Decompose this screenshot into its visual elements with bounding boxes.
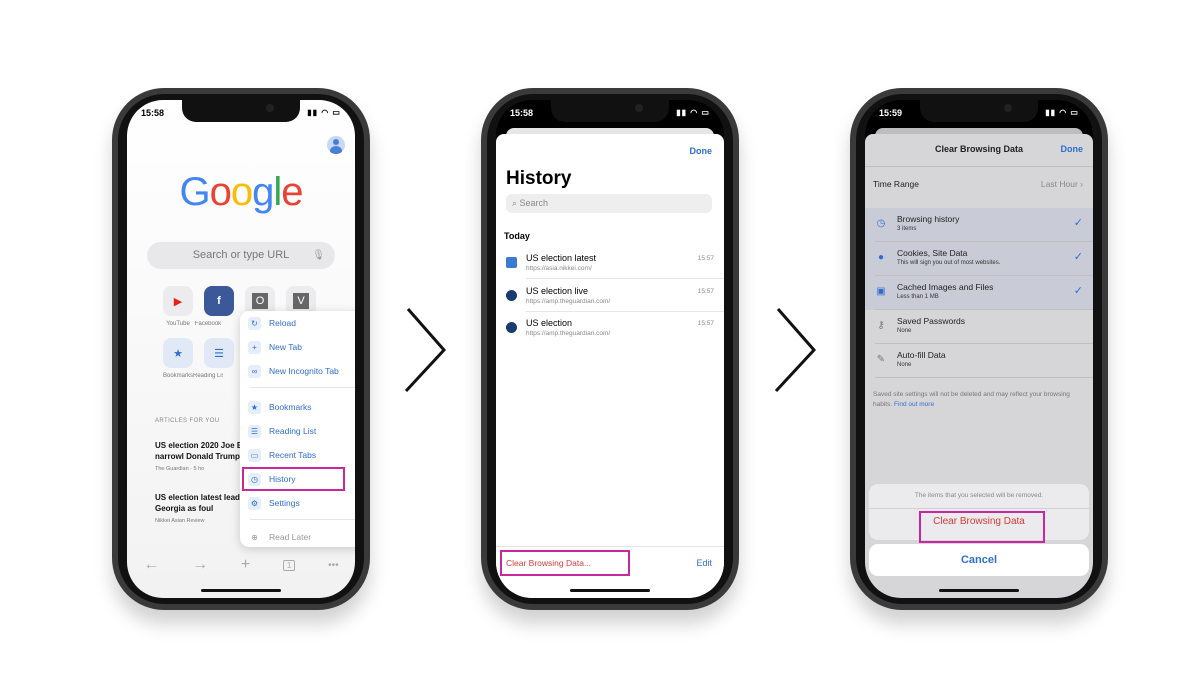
chrome-new-tab-screen: 15:58 ▮▮ ◠ ▭ Google Search or type URL 🎙…	[127, 100, 355, 598]
option-saved-passwords[interactable]: ⚷ Saved Passwords None	[865, 310, 1093, 344]
menu-item-new-incognito-tab[interactable]: ∞ New Incognito Tab	[240, 361, 355, 381]
done-button[interactable]: Done	[1061, 144, 1084, 154]
menu-item-reading-list[interactable]: ☰ Reading List	[240, 421, 355, 441]
menu-divider	[250, 387, 355, 388]
option-browsing-history[interactable]: ◷ Browsing history 3 items ✓	[865, 208, 1093, 242]
shortcut-bookmarks[interactable]: ★	[163, 338, 193, 368]
image-icon: ▣	[876, 286, 886, 297]
option-cached-images[interactable]: ▣ Cached Images and Files Less than 1 MB…	[865, 276, 1093, 310]
sheet-title: Clear Browsing Data	[934, 144, 1024, 154]
reload-icon: ↻	[248, 316, 261, 330]
articles-header: ARTICLES FOR YOU	[155, 418, 220, 424]
highlight-box	[500, 550, 630, 576]
search-input[interactable]: ⌕ Search	[506, 194, 712, 213]
time-range-value: Last Hour	[1040, 179, 1078, 189]
home-indicator	[939, 589, 1019, 592]
star-icon: ★	[248, 400, 261, 414]
new-tab-icon[interactable]: +	[241, 556, 250, 574]
key-icon: ⚷	[877, 320, 885, 331]
next-step-arrow-icon	[404, 308, 447, 393]
history-row[interactable]: US election https://amp.theguardian.com/…	[496, 312, 724, 344]
magic-wand-icon: ✎	[876, 354, 886, 365]
option-autofill-data[interactable]: ✎ Auto-fill Data None	[865, 344, 1093, 378]
action-sheet: The items that you selected will be remo…	[869, 484, 1089, 543]
done-button[interactable]: Done	[690, 146, 713, 156]
read-later-icon: ⊕	[251, 532, 258, 542]
gear-icon: ⚙	[248, 496, 261, 510]
nikkei-favicon-icon	[506, 257, 517, 268]
more-menu-icon[interactable]: •••	[328, 560, 339, 571]
action-message: The items that you selected will be remo…	[914, 492, 1044, 499]
shortcut-youtube[interactable]: ▶	[163, 286, 193, 316]
search-input[interactable]: Search or type URL 🎙	[147, 242, 335, 269]
phone-step-2: 15:58 ▮▮ ◠ ▭ Done History ⌕ Search Today…	[481, 88, 739, 610]
incognito-icon: ∞	[248, 364, 261, 378]
shortcut-reading-list[interactable]: ☰	[204, 338, 234, 368]
home-indicator	[201, 589, 281, 592]
phone-step-3: 15:59 ▮▮ ◠ ▭ Clear Browsing Data Done Ti…	[850, 88, 1108, 610]
status-bar: 15:58 ▮▮ ◠ ▭	[127, 100, 355, 122]
clear-data-sheet: Clear Browsing Data Done Time Range Last…	[865, 134, 1093, 598]
google-logo: Google	[179, 170, 303, 214]
shortcut-label: Facebook	[194, 321, 222, 327]
phone-step-1: 15:58 ▮▮ ◠ ▭ Google Search or type URL 🎙…	[112, 88, 370, 610]
clear-browsing-data-screen: 15:59 ▮▮ ◠ ▭ Clear Browsing Data Done Ti…	[865, 100, 1093, 598]
shortcut-label: Reading List	[193, 373, 223, 379]
highlight-box	[919, 511, 1045, 543]
shortcut-facebook[interactable]: f	[204, 286, 234, 316]
checkmark-icon: ✓	[1073, 217, 1083, 229]
menu-item-recent-tabs[interactable]: ▭ Recent Tabs	[240, 445, 355, 465]
history-screen: 15:58 ▮▮ ◠ ▭ Done History ⌕ Search Today…	[496, 100, 724, 598]
history-sheet: Done History ⌕ Search Today US election …	[496, 134, 724, 598]
footer-note: Saved site settings will not be deleted …	[873, 391, 1070, 408]
avatar[interactable]	[327, 136, 345, 154]
cookie-icon: ●	[877, 252, 885, 263]
bottom-toolbar: ← → + 1 •••	[127, 552, 355, 578]
highlight-box	[242, 467, 345, 491]
section-header: Today	[504, 231, 530, 241]
overflow-menu: ↻ Reload + New Tab ∞ New Incognito Tab ★ Boo…	[240, 311, 355, 547]
history-row[interactable]: US election latest https://asia.nikkei.c…	[496, 247, 724, 279]
menu-item-settings[interactable]: ⚙ Settings	[240, 493, 355, 513]
page-title: History	[506, 168, 572, 189]
menu-item-reload[interactable]: ↻ Reload	[240, 313, 355, 333]
chevron-right-icon: ›	[1080, 179, 1083, 189]
guardian-favicon-icon	[506, 290, 517, 301]
find-out-more-link[interactable]: Find out more	[894, 401, 934, 408]
menu-item-new-tab[interactable]: + New Tab	[240, 337, 355, 357]
menu-divider	[250, 519, 355, 520]
search-placeholder: Search or type URL	[192, 249, 290, 261]
time-range-row[interactable]: Time Range Last Hour ›	[865, 166, 1093, 200]
status-time: 15:58	[510, 108, 534, 118]
mic-icon[interactable]: 🎙	[312, 242, 325, 269]
history-icon: ◷	[876, 218, 886, 229]
signal-wifi-battery-icon: ▮▮ ◠ ▭	[1045, 108, 1079, 117]
home-indicator	[570, 589, 650, 592]
next-step-arrow-icon	[774, 308, 817, 393]
menu-item-bookmarks[interactable]: ★ Bookmarks	[240, 397, 355, 417]
checkmark-icon: ✓	[1073, 251, 1083, 263]
history-row[interactable]: US election live https://amp.theguardian…	[496, 280, 724, 312]
cancel-button[interactable]: Cancel	[869, 544, 1089, 576]
status-time: 15:59	[879, 108, 903, 118]
back-icon[interactable]: ←	[143, 556, 159, 574]
tab-switcher-button[interactable]: 1	[282, 559, 296, 571]
status-time: 15:58	[141, 108, 165, 118]
devices-icon: ▭	[248, 448, 261, 462]
checkmark-icon: ✓	[1073, 285, 1083, 297]
status-bar: 15:59 ▮▮ ◠ ▭	[865, 100, 1093, 122]
edit-button[interactable]: Edit	[696, 558, 712, 568]
list-icon: ☰	[248, 424, 261, 438]
plus-icon: +	[248, 340, 261, 354]
menu-item-read-later[interactable]: ⊕ Read Later	[240, 527, 355, 547]
status-bar: 15:58 ▮▮ ◠ ▭	[496, 100, 724, 122]
signal-wifi-battery-icon: ▮▮ ◠ ▭	[676, 108, 710, 117]
guardian-favicon-icon	[506, 322, 517, 333]
option-cookies[interactable]: ● Cookies, Site Data This will sign you …	[865, 242, 1093, 276]
forward-icon[interactable]: →	[192, 556, 208, 574]
signal-wifi-battery-icon: ▮▮ ◠ ▭	[307, 108, 341, 117]
